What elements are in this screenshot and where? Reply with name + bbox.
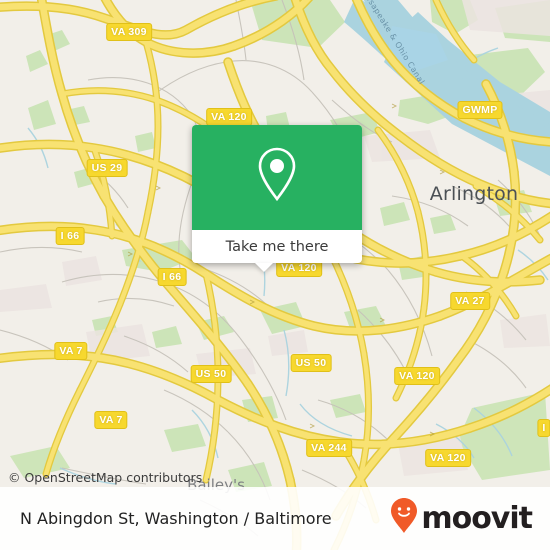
highway-shield: VA 27 bbox=[450, 292, 490, 310]
moovit-wordmark: moovit bbox=[421, 501, 533, 536]
location-popup-card[interactable]: Take me there bbox=[192, 125, 362, 272]
highway-shield: I 66 bbox=[55, 227, 85, 245]
highway-shield: VA 309 bbox=[106, 23, 152, 41]
highway-shield: VA 120 bbox=[394, 367, 440, 385]
popup-image-area bbox=[192, 125, 362, 230]
popup-pointer-tail bbox=[255, 263, 273, 272]
highway-shield: GWMP bbox=[457, 101, 503, 119]
moovit-logo[interactable]: moovit bbox=[389, 497, 533, 540]
highway-shield: VA 244 bbox=[306, 439, 352, 457]
take-me-there-label: Take me there bbox=[225, 238, 329, 255]
highway-shield: VA 120 bbox=[425, 449, 471, 467]
highway-shield: VA 120 bbox=[206, 108, 252, 126]
highway-shield: VA 7 bbox=[54, 342, 88, 360]
highway-shield: US 50 bbox=[290, 354, 332, 372]
highway-shield: VA 7 bbox=[94, 411, 128, 429]
highway-shield: I 66 bbox=[157, 268, 187, 286]
highway-shield: US 29 bbox=[86, 159, 128, 177]
footer-bar: N Abingdon St, Washington / Baltimore mo… bbox=[0, 487, 550, 550]
map-pin-icon bbox=[253, 145, 301, 210]
map-canvas[interactable] bbox=[0, 0, 550, 550]
map-screenshot: VA 309 VA 120 GWMP US 29 I 66 I 66 VA 120 VA 27… bbox=[0, 0, 550, 550]
highway-shield: I bbox=[537, 419, 550, 437]
highway-shield: US 50 bbox=[190, 365, 232, 383]
place-label-city: Arlington bbox=[429, 183, 519, 205]
moovit-pin-smiley-icon bbox=[389, 497, 419, 540]
popup-action-area[interactable]: Take me there bbox=[192, 230, 362, 272]
osm-attribution[interactable]: © OpenStreetMap contributors bbox=[8, 470, 202, 485]
location-title: N Abingdon St, Washington / Baltimore bbox=[20, 509, 332, 528]
